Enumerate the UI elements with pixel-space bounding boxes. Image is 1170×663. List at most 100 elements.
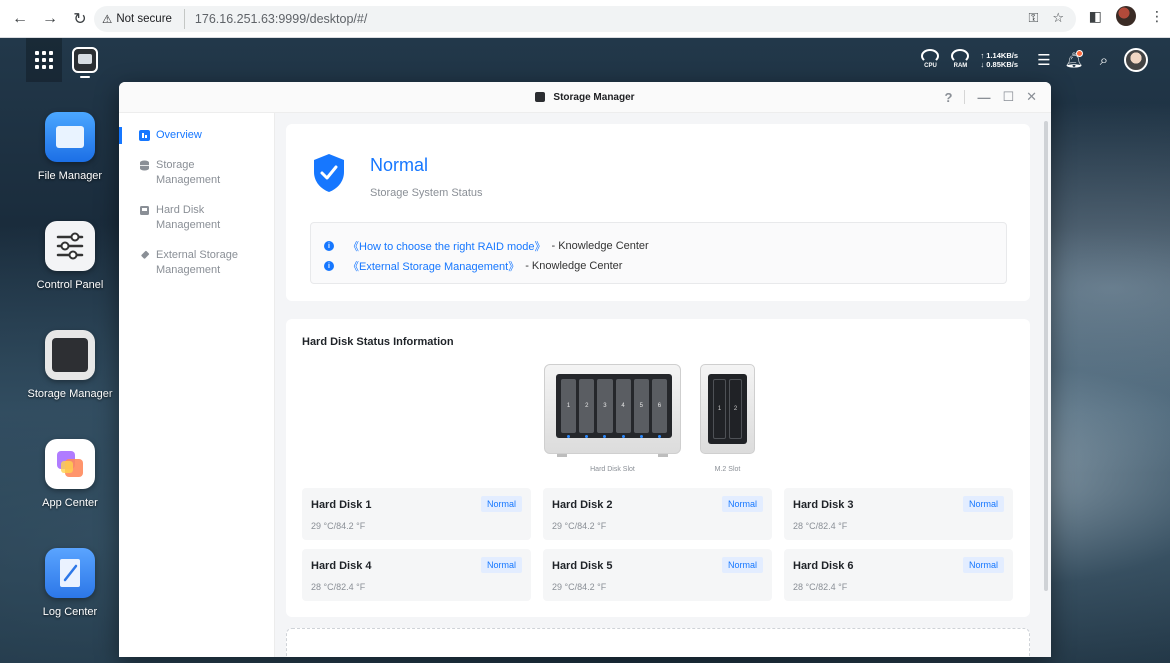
close-icon[interactable]: ✕ bbox=[1026, 89, 1037, 105]
back-arrow-icon[interactable]: ← bbox=[6, 5, 34, 33]
minimize-icon[interactable]: — bbox=[977, 90, 990, 105]
disk-name: Hard Disk 1 bbox=[311, 499, 372, 511]
forward-arrow-icon[interactable]: → bbox=[36, 5, 64, 33]
raid-mode-link[interactable]: 《How to choose the right RAID mode》 bbox=[348, 238, 545, 254]
sidebar-item-overview[interactable]: Overview bbox=[119, 127, 274, 144]
security-indicator[interactable]: ⚠ Not secure bbox=[94, 9, 185, 29]
m2-slots: 1 2 bbox=[708, 374, 747, 444]
disk-bay[interactable]: 4 bbox=[615, 379, 631, 438]
dock-file-manager[interactable]: File Manager bbox=[20, 112, 120, 182]
disk-card-4[interactable]: Hard Disk 4 28 °C/82.4 °F Normal bbox=[302, 549, 531, 601]
m2-slot[interactable]: 1 bbox=[713, 379, 726, 439]
disk-bay[interactable]: 3 bbox=[597, 379, 613, 438]
sidebar-item-external-storage[interactable]: External Storage Management bbox=[119, 248, 274, 278]
key-icon[interactable]: ⚿ bbox=[1028, 10, 1038, 26]
ram-gauge-icon bbox=[951, 49, 970, 63]
reload-icon[interactable]: ↻ bbox=[66, 5, 94, 33]
url-text[interactable]: 176.16.251.63:9999/desktop/#/ bbox=[195, 12, 367, 26]
shield-check-icon bbox=[314, 154, 344, 192]
side-panel-icon[interactable]: ◧ bbox=[1089, 8, 1102, 25]
app-launcher-button[interactable] bbox=[26, 38, 62, 82]
system-tray: CPU RAM ↑ 1.14KB/s ↓ 0.85KB/s ☰ 🔔︎ ⌕ bbox=[920, 48, 1148, 72]
disk-card-6[interactable]: Hard Disk 6 28 °C/82.4 °F Normal bbox=[784, 549, 1013, 601]
storage-manager-window: Storage Manager ? — ☐ ✕ Overview Storage… bbox=[119, 82, 1051, 657]
sidebar-item-label: Hard Disk Management bbox=[156, 204, 221, 231]
address-bar[interactable]: ⚠ Not secure 176.16.251.63:9999/desktop/… bbox=[94, 6, 1076, 32]
help-icon[interactable]: ? bbox=[944, 90, 952, 105]
disk-name: Hard Disk 3 bbox=[793, 499, 854, 511]
app-center-icon bbox=[45, 439, 95, 489]
disk-name: Hard Disk 4 bbox=[311, 560, 372, 572]
m2-slot[interactable]: 2 bbox=[729, 379, 742, 439]
dock-label: File Manager bbox=[37, 170, 103, 182]
desktop-taskbar: CPU RAM ↑ 1.14KB/s ↓ 0.85KB/s ☰ 🔔︎ ⌕ bbox=[0, 38, 1170, 82]
info-icon: i bbox=[324, 261, 334, 271]
disk-bay[interactable]: 1 bbox=[561, 379, 577, 438]
star-icon[interactable]: ☆ bbox=[1052, 10, 1064, 26]
disk-card-1[interactable]: Hard Disk 1 29 °C/84.2 °F Normal bbox=[302, 488, 531, 540]
dock-app-center[interactable]: App Center bbox=[20, 439, 120, 509]
hard-disk-status-card: Hard Disk Status Information 1 2 3 4 5 6… bbox=[286, 319, 1030, 617]
ram-gauge[interactable]: RAM bbox=[950, 49, 970, 71]
cpu-gauge[interactable]: CPU bbox=[920, 49, 940, 71]
task-list-icon[interactable]: ☰ bbox=[1034, 50, 1054, 70]
nas-label: Hard Disk Slot bbox=[590, 466, 635, 473]
warning-icon: ⚠ bbox=[102, 14, 113, 26]
knowledge-links: i 《How to choose the right RAID mode》 - … bbox=[310, 222, 1007, 284]
disk-bay[interactable]: 6 bbox=[651, 379, 668, 438]
nas-foot bbox=[557, 454, 567, 457]
maximize-icon[interactable]: ☐ bbox=[1002, 89, 1014, 105]
dock-log-center[interactable]: Log Center bbox=[20, 548, 120, 618]
bell-icon[interactable]: 🔔︎ bbox=[1064, 50, 1084, 70]
link-suffix: - Knowledge Center bbox=[525, 260, 623, 272]
disk-temperature: 29 °C/84.2 °F bbox=[552, 582, 607, 592]
profile-avatar[interactable] bbox=[1116, 6, 1136, 26]
disk-name: Hard Disk 2 bbox=[552, 499, 613, 511]
sidebar-item-label: Overview bbox=[156, 129, 202, 141]
network-speed[interactable]: ↑ 1.14KB/s ↓ 0.85KB/s bbox=[980, 51, 1018, 69]
status-badge: Normal bbox=[962, 496, 1004, 512]
disk-temperature: 29 °C/84.2 °F bbox=[311, 521, 366, 531]
disk-card-2[interactable]: Hard Disk 2 29 °C/84.2 °F Normal bbox=[543, 488, 772, 540]
sidebar-item-hard-disk-management[interactable]: Hard Disk Management bbox=[119, 203, 274, 233]
knowledge-link-row: i 《How to choose the right RAID mode》 - … bbox=[324, 236, 1006, 256]
window-title: Storage Manager bbox=[553, 91, 635, 103]
dock-label: App Center bbox=[42, 497, 98, 509]
search-icon[interactable]: ⌕ bbox=[1094, 50, 1114, 70]
ram-label: RAM bbox=[953, 63, 968, 69]
folder-icon bbox=[45, 112, 95, 162]
m2-label: M.2 Slot bbox=[714, 466, 741, 473]
nas-illustration: 1 2 3 4 5 6 bbox=[544, 364, 681, 457]
window-titlebar[interactable]: Storage Manager ? — ☐ ✕ bbox=[119, 82, 1051, 113]
m2-illustration: 1 2 bbox=[700, 364, 755, 454]
dock-control-panel[interactable]: Control Panel bbox=[20, 221, 120, 291]
main-content: Normal Storage System Status i 《How to c… bbox=[275, 113, 1051, 657]
disk-name: Hard Disk 5 bbox=[552, 560, 613, 572]
status-badge: Normal bbox=[721, 557, 763, 573]
external-storage-link[interactable]: 《External Storage Management》 bbox=[348, 258, 519, 274]
sidebar-item-storage-management[interactable]: Storage Management bbox=[119, 158, 274, 188]
usb-icon bbox=[141, 250, 150, 259]
status-subtitle: Storage System Status bbox=[370, 187, 483, 199]
disk-name: Hard Disk 6 bbox=[793, 560, 854, 572]
database-icon bbox=[140, 160, 149, 171]
nas-foot bbox=[658, 454, 668, 457]
log-icon bbox=[45, 548, 95, 598]
taskbar-storage-manager[interactable] bbox=[72, 47, 98, 73]
sidebar-item-label: External Storage Management bbox=[156, 249, 238, 276]
desktop: CPU RAM ↑ 1.14KB/s ↓ 0.85KB/s ☰ 🔔︎ ⌕ Fil… bbox=[0, 38, 1170, 663]
status-badge: Normal bbox=[721, 496, 763, 512]
cpu-gauge-icon bbox=[921, 49, 940, 63]
link-suffix: - Knowledge Center bbox=[551, 240, 649, 252]
section-title: Hard Disk Status Information bbox=[302, 336, 454, 348]
kebab-menu-icon[interactable]: ⋮ bbox=[1150, 8, 1164, 25]
disk-bay[interactable]: 5 bbox=[633, 379, 649, 438]
disk-bay[interactable]: 2 bbox=[579, 379, 595, 438]
knowledge-link-row: i 《External Storage Management》 - Knowle… bbox=[324, 256, 1006, 276]
status-badge: Normal bbox=[480, 496, 522, 512]
scrollbar[interactable] bbox=[1044, 121, 1048, 591]
user-avatar[interactable] bbox=[1124, 48, 1148, 72]
disk-card-3[interactable]: Hard Disk 3 28 °C/82.4 °F Normal bbox=[784, 488, 1013, 540]
dock-storage-manager[interactable]: Storage Manager bbox=[20, 330, 120, 400]
disk-card-5[interactable]: Hard Disk 5 29 °C/84.2 °F Normal bbox=[543, 549, 772, 601]
